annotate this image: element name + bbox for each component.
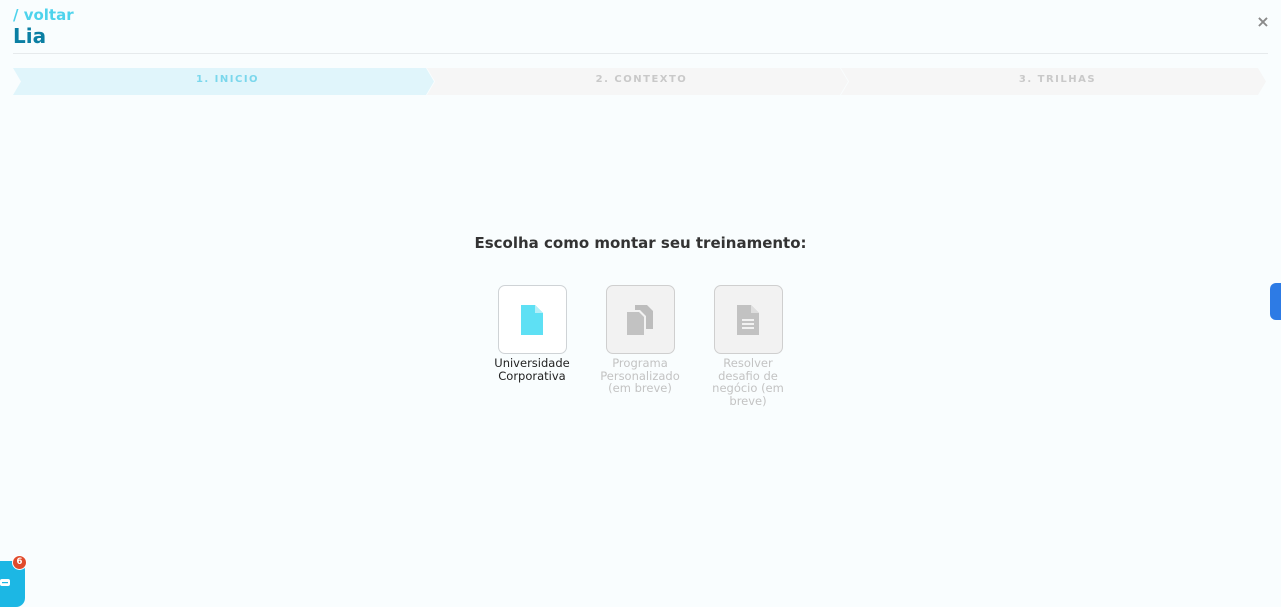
option-card	[605, 285, 675, 354]
page-title: Lia	[13, 24, 47, 48]
back-link[interactable]: / voltar	[13, 6, 74, 24]
side-feedback-tab[interactable]	[1270, 283, 1281, 320]
close-icon[interactable]: ×	[1255, 12, 1271, 31]
document-icon	[521, 304, 543, 335]
step-3-label[interactable]: 3. TRILHAS	[849, 74, 1266, 88]
option-label: Programa Personalizado (em breve)	[600, 356, 680, 395]
chat-icon	[0, 579, 10, 586]
option-card[interactable]	[497, 285, 567, 354]
option-universidade-corporativa[interactable]: Universidade Corporativa	[487, 285, 577, 382]
step-1-label[interactable]: 1. INICIO	[21, 74, 434, 88]
option-card	[713, 285, 783, 354]
header-divider	[13, 53, 1268, 54]
copy-documents-icon	[627, 304, 653, 335]
header: / voltar Lia ×	[0, 0, 1281, 54]
option-label: Universidade Corporativa	[494, 356, 570, 383]
option-label: Resolver desafio de negócio (em breve)	[712, 356, 784, 408]
training-prompt: Escolha como montar seu treinamento:	[474, 234, 807, 252]
step-2-label[interactable]: 2. CONTEXTO	[435, 74, 848, 88]
option-programa-personalizado: Programa Personalizado (em breve)	[595, 285, 685, 395]
text-document-icon	[737, 304, 759, 335]
notification-badge: 6	[12, 555, 27, 570]
option-resolver-desafio: Resolver desafio de negócio (em breve)	[703, 285, 793, 407]
